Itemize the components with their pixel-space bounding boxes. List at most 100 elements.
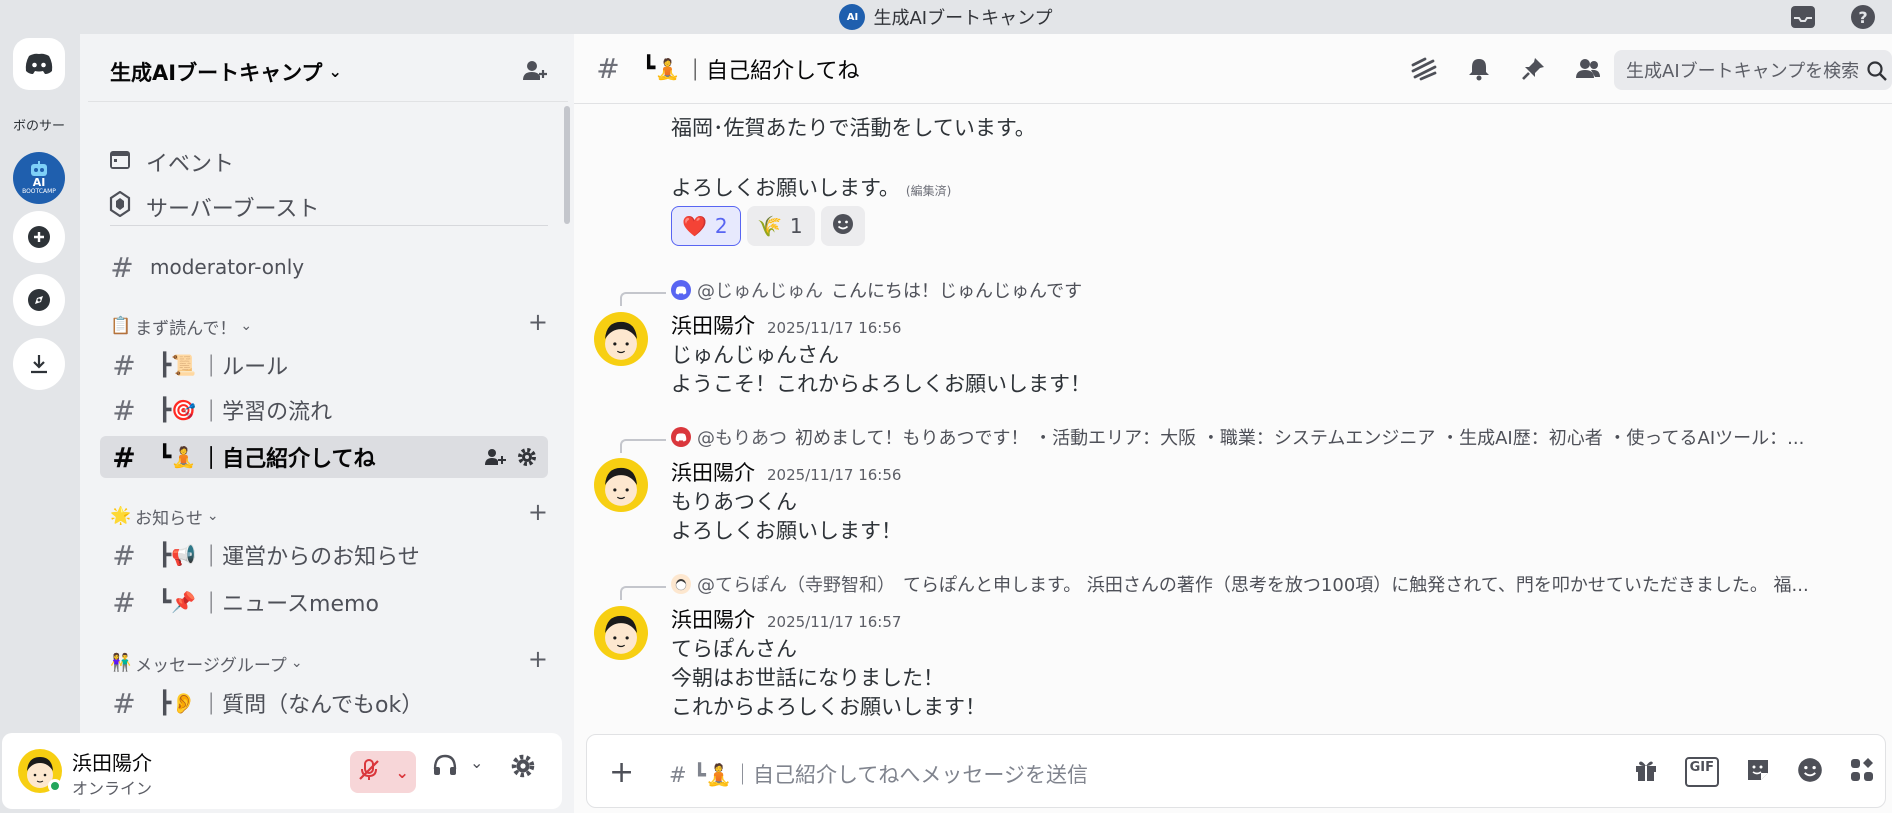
channel-questions[interactable]: # ┣ 👂 ｜質問（なんでもok） <box>100 682 548 724</box>
server-rail: ボのサー AI BOOTCAMP <box>0 34 80 813</box>
user-avatar-icon <box>671 574 691 594</box>
invite-people-icon[interactable] <box>522 58 548 88</box>
bootcamp-label: BOOTCAMP <box>22 187 56 195</box>
reply-author: @てらぽん（寺野智和） <box>697 575 895 596</box>
message-author[interactable]: 浜田陽介 2025/11/17 16:57 <box>671 604 901 634</box>
notification-bell-icon[interactable] <box>1466 56 1492 86</box>
explore-icon[interactable] <box>13 274 65 326</box>
avatar[interactable] <box>594 606 648 660</box>
message-line: じゅんじゅんさん <box>671 343 839 367</box>
mute-button[interactable]: ⌄ <box>350 751 416 793</box>
gift-icon[interactable] <box>1633 757 1659 787</box>
channel-name: ｜運営からのお知らせ <box>200 545 420 570</box>
author-name[interactable]: 浜田陽介 <box>671 310 755 340</box>
member-list-icon[interactable] <box>1574 56 1602 86</box>
channel-rules[interactable]: # ┣ 📜 ｜ルール <box>100 344 548 386</box>
message-author[interactable]: 浜田陽介 2025/11/17 16:56 <box>671 457 901 487</box>
hash-icon: # <box>596 52 620 85</box>
target-emoji-icon: 🎯 <box>171 398 197 422</box>
category-label: お知らせ <box>135 508 203 529</box>
category-must-read[interactable]: 📋 まず読んで！ ⌄ <box>110 311 252 341</box>
add-channel-icon[interactable]: + <box>528 308 548 336</box>
reply-author: @もりあつ <box>697 428 787 449</box>
chevron-down-icon[interactable]: ⌄ <box>470 753 483 772</box>
add-server-icon[interactable] <box>13 211 65 263</box>
message-line: もりあつくん <box>671 490 797 514</box>
channel-admin-notices[interactable]: # ┣ 📢 ｜運営からのお知らせ <box>100 534 548 576</box>
channel-name: ｜ルール <box>200 355 289 380</box>
category-message-group[interactable]: 👫 メッセージグループ ⌄ <box>110 648 303 678</box>
edited-label: (編集済) <box>905 184 952 198</box>
reply-reference[interactable]: @もりあつ 初めまして！もりあつです！ ・活動エリア：大阪 ・職業：システムエン… <box>671 425 1861 449</box>
apps-icon[interactable] <box>1849 757 1875 787</box>
pin-emoji-icon: 📌 <box>171 590 197 614</box>
add-channel-icon[interactable]: + <box>528 645 548 673</box>
message-line: ようこそ！これからよろしくお願いします！ <box>671 372 1091 396</box>
category-notices[interactable]: 🌟 お知らせ ⌄ <box>110 501 219 531</box>
reply-reference[interactable]: @じゅんじゅん こんにちは！じゅんじゅんです <box>671 278 1861 302</box>
author-name[interactable]: 浜田陽介 <box>671 457 755 487</box>
channel-prefix: ┗ <box>158 589 172 615</box>
reply-connector <box>620 586 666 600</box>
discord-home-icon[interactable] <box>13 38 65 90</box>
reaction-rice[interactable]: 🌾 1 <box>747 206 815 246</box>
channel-name: ｜学習の流れ <box>200 400 333 425</box>
meditation-emoji-icon: 🧘 <box>171 445 197 469</box>
threads-icon[interactable] <box>1410 56 1438 86</box>
add-reaction-button[interactable] <box>821 206 865 246</box>
gif-icon[interactable]: GIF <box>1684 757 1719 787</box>
channel-name: moderator-only <box>150 255 305 279</box>
message-composer[interactable]: + # ┗🧘｜自己紹介してねへメッセージを送信 GIF <box>586 734 1886 808</box>
author-name[interactable]: 浜田陽介 <box>671 604 755 634</box>
hash-icon: # <box>112 585 136 619</box>
message-line: これからよろしくお願いします！ <box>671 695 986 719</box>
window-title-text: 生成AIブートキャンプ <box>873 8 1053 29</box>
sidebar-item-events[interactable]: イベント <box>108 142 234 182</box>
inbox-icon[interactable] <box>1788 2 1818 32</box>
channel-learning-flow[interactable]: # ┣ 🎯 ｜学習の流れ <box>100 389 548 431</box>
smiley-icon <box>832 213 854 240</box>
hash-icon: # <box>112 686 136 720</box>
message-input[interactable]: # ┗🧘｜自己紹介してねへメッセージを送信 <box>669 759 1088 789</box>
message-line: 今朝はお世話になりました！ <box>671 666 944 690</box>
avatar[interactable] <box>594 458 648 512</box>
ai-bootcamp-server-icon[interactable]: AI BOOTCAMP <box>13 152 65 204</box>
invite-to-channel-icon[interactable] <box>484 446 506 474</box>
emoji-picker-icon[interactable] <box>1797 757 1823 787</box>
locked-hash-icon: # <box>110 250 134 284</box>
server-header[interactable]: 生成AIブートキャンプ ⌄ <box>88 42 568 102</box>
message-author[interactable]: 浜田陽介 2025/11/17 16:56 <box>671 310 901 340</box>
user-name: 浜田陽介 <box>72 751 152 775</box>
title-bar: AI 生成AIブートキャンプ ? <box>0 0 1892 34</box>
sidebar-item-boost[interactable]: サーバーブースト <box>108 187 319 227</box>
search-input[interactable]: 生成AIブートキャンプを検索 <box>1614 50 1892 90</box>
help-icon[interactable]: ? <box>1848 2 1878 32</box>
avatar[interactable] <box>594 312 648 366</box>
channel-moderator-only[interactable]: # moderator-only <box>108 247 304 287</box>
channel-self-intro[interactable]: # ┗ 🧘 ｜自己紹介してね <box>100 436 548 478</box>
server-partial[interactable]: ボのサー <box>13 98 65 150</box>
headphones-icon[interactable] <box>432 753 458 781</box>
add-channel-icon[interactable]: + <box>528 498 548 526</box>
meditation-emoji-icon: 🧘 <box>655 56 681 81</box>
channel-name: ｜ニュースmemo <box>200 592 379 617</box>
pin-icon[interactable] <box>1520 56 1546 86</box>
message-line: よろしくお願いします。 (編集済) <box>671 172 951 202</box>
attach-plus-icon[interactable]: + <box>609 755 634 790</box>
user-settings-gear-icon[interactable] <box>510 753 536 783</box>
reply-reference[interactable]: @てらぽん（寺野智和） てらぽんと申します。 浜田さんの著作（思考を放つ100項… <box>671 572 1861 596</box>
chevron-down-icon[interactable]: ⌄ <box>395 763 408 782</box>
reply-connector <box>620 292 666 306</box>
mic-muted-icon <box>357 758 381 786</box>
hash-icon: # <box>112 538 136 572</box>
reaction-heart[interactable]: ❤️ 2 <box>671 206 741 246</box>
search-placeholder: 生成AIブートキャンプを検索 <box>1626 61 1860 82</box>
channel-settings-gear-icon[interactable] <box>516 446 538 474</box>
reply-connector <box>620 439 666 453</box>
discord-avatar-icon <box>671 280 691 300</box>
download-icon[interactable] <box>13 338 65 390</box>
sticker-icon[interactable] <box>1745 757 1771 787</box>
user-status: オンライン <box>72 779 153 798</box>
sidebar-scrollbar[interactable] <box>564 106 570 224</box>
channel-news-memo[interactable]: # ┗ 📌 ｜ニュースmemo <box>100 581 548 623</box>
